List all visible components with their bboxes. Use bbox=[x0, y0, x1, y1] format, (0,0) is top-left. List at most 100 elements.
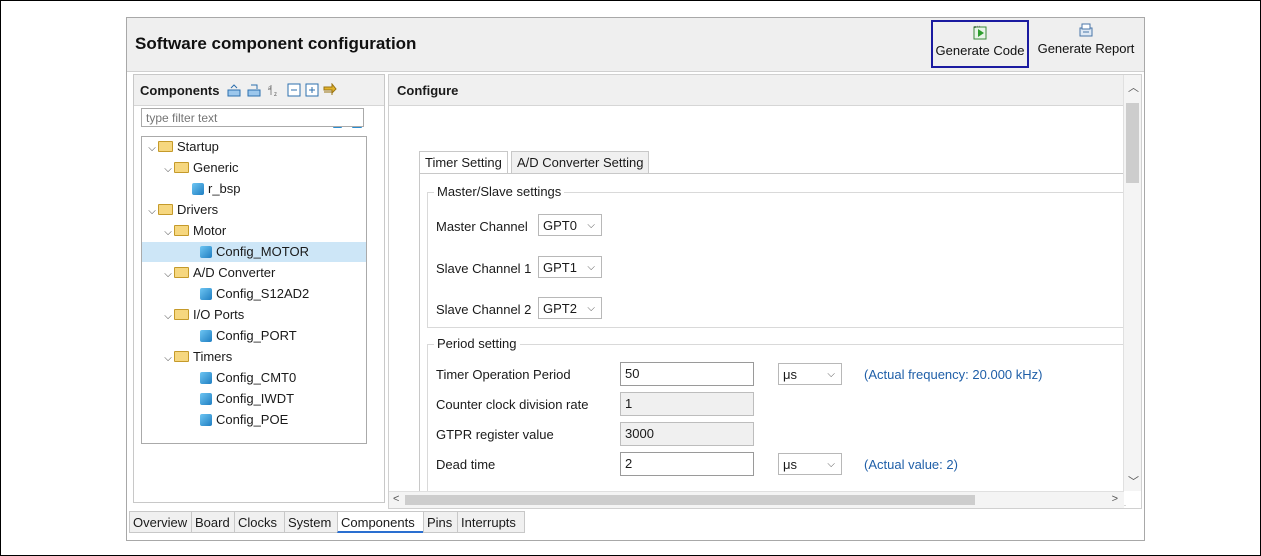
folder-icon bbox=[174, 225, 189, 236]
slave-channel-2-value: GPT2 bbox=[543, 301, 577, 316]
tree-item-config-motor[interactable]: Config_MOTOR bbox=[142, 242, 366, 262]
gtpr-field: 3000 bbox=[620, 422, 754, 446]
component-icon bbox=[200, 246, 212, 258]
chevron-down-icon: ⌵ bbox=[164, 269, 172, 280]
folder-icon bbox=[158, 141, 173, 152]
scroll-up-icon[interactable]: ︿ bbox=[1128, 79, 1139, 95]
slave-channel-1-select[interactable]: GPT1 ⌵ bbox=[538, 256, 602, 278]
master-slave-title: Master/Slave settings bbox=[434, 184, 565, 199]
sort-icon[interactable]: az bbox=[267, 83, 281, 97]
period-group: Period setting Timer Operation Period 50… bbox=[427, 336, 1126, 506]
component-icon bbox=[192, 183, 204, 195]
link-editor-icon[interactable] bbox=[323, 83, 337, 97]
dead-time-label: Dead time bbox=[436, 457, 496, 472]
master-channel-select[interactable]: GPT0 ⌵ bbox=[538, 214, 602, 236]
tab-pins[interactable]: Pins bbox=[423, 511, 457, 533]
tab-system[interactable]: System bbox=[284, 511, 337, 533]
tree-item-startup[interactable]: ⌵ Startup bbox=[146, 137, 219, 157]
chevron-down-icon: ⌵ bbox=[148, 143, 156, 154]
tree-item-config-poe[interactable]: Config_POE bbox=[200, 410, 288, 430]
configure-header: Configure bbox=[389, 75, 1141, 106]
tab-clocks[interactable]: Clocks bbox=[234, 511, 284, 533]
dead-time-unit-value: μs bbox=[783, 457, 797, 472]
chevron-down-icon: ⌵ bbox=[587, 303, 595, 314]
tree-item-config-s12ad2[interactable]: Config_S12AD2 bbox=[200, 284, 309, 304]
tree-item-label: Config_PORT bbox=[216, 328, 297, 343]
component-icon bbox=[200, 414, 212, 426]
component-icon bbox=[200, 330, 212, 342]
master-channel-label: Master Channel bbox=[436, 219, 528, 234]
vertical-scrollbar[interactable]: ︿ ﹀ bbox=[1123, 75, 1141, 491]
folder-icon bbox=[158, 204, 173, 215]
scroll-right-icon[interactable]: > bbox=[1112, 493, 1118, 505]
tree-item-config-port[interactable]: Config_PORT bbox=[200, 326, 297, 346]
tab-overview[interactable]: Overview bbox=[129, 511, 191, 533]
configure-panel: Configure Timer Setting A/D Converter Se… bbox=[388, 74, 1142, 509]
chevron-down-icon: ⌵ bbox=[164, 164, 172, 175]
component-icon bbox=[200, 372, 212, 384]
dead-time-input[interactable]: 2 bbox=[620, 452, 754, 476]
division-rate-field: 1 bbox=[620, 392, 754, 416]
period-title: Period setting bbox=[434, 336, 520, 351]
timer-setting-body: Master/Slave settings Master Channel GPT… bbox=[419, 173, 1126, 506]
tree-item-drivers[interactable]: ⌵ Drivers bbox=[146, 200, 218, 220]
slave-channel-2-select[interactable]: GPT2 ⌵ bbox=[538, 297, 602, 319]
generate-report-button[interactable]: Generate Report bbox=[1033, 20, 1139, 68]
expand-view-icon[interactable] bbox=[247, 83, 261, 97]
tab-board[interactable]: Board bbox=[191, 511, 234, 533]
scroll-down-icon[interactable]: ﹀ bbox=[1128, 473, 1139, 489]
tab-components[interactable]: Components bbox=[337, 511, 423, 533]
tree-item-label: Config_CMT0 bbox=[216, 370, 297, 385]
tree-item-label: Config_POE bbox=[216, 412, 289, 427]
component-icon bbox=[200, 288, 212, 300]
timer-period-input[interactable]: 50 bbox=[620, 362, 754, 386]
chevron-down-icon: ⌵ bbox=[827, 369, 835, 380]
components-header: Components az bbox=[134, 75, 384, 106]
generate-report-label: Generate Report bbox=[1037, 41, 1135, 56]
dead-time-unit-select[interactable]: μs ⌵ bbox=[778, 453, 842, 475]
generate-code-button[interactable]: c++ Generate Code bbox=[931, 20, 1029, 68]
tree-item-label: Startup bbox=[177, 139, 219, 154]
slave-channel-1-label: Slave Channel 1 bbox=[436, 261, 532, 276]
tree-item-label: A/D Converter bbox=[193, 265, 276, 280]
tree-item-label: Drivers bbox=[177, 202, 219, 217]
generate-report-icon bbox=[1079, 23, 1093, 37]
tab-interrupts[interactable]: Interrupts bbox=[457, 511, 525, 533]
tree-item-config-cmt0[interactable]: Config_CMT0 bbox=[200, 368, 296, 388]
tree-item-motor[interactable]: ⌵ Motor bbox=[162, 221, 226, 241]
tree-item-label: Motor bbox=[193, 223, 227, 238]
horizontal-scroll-thumb[interactable] bbox=[405, 495, 975, 505]
scroll-left-icon[interactable]: < bbox=[393, 493, 399, 505]
chevron-down-icon: ⌵ bbox=[148, 206, 156, 217]
actual-value-note: (Actual value: 2) bbox=[864, 457, 958, 472]
tree-item-generic[interactable]: ⌵ Generic bbox=[162, 158, 238, 178]
tree-item-ad-converter[interactable]: ⌵ A/D Converter bbox=[162, 263, 275, 283]
folder-icon bbox=[174, 309, 189, 320]
tree-item-io-ports[interactable]: ⌵ I/O Ports bbox=[162, 305, 244, 325]
tree-item-r-bsp[interactable]: r_bsp bbox=[192, 179, 241, 199]
tab-ad-converter-setting[interactable]: A/D Converter Setting bbox=[511, 151, 650, 174]
tree-item-timers[interactable]: ⌵ Timers bbox=[162, 347, 232, 367]
software-component-window: Software component configuration c++ Gen… bbox=[126, 17, 1145, 541]
filter-input[interactable] bbox=[141, 108, 364, 127]
tab-timer-setting[interactable]: Timer Setting bbox=[419, 151, 508, 175]
tree-item-label: Config_S12AD2 bbox=[216, 286, 310, 301]
collapse-all-icon[interactable] bbox=[287, 83, 301, 97]
master-channel-value: GPT0 bbox=[543, 218, 577, 233]
timer-period-unit-select[interactable]: μs ⌵ bbox=[778, 363, 842, 385]
window-title: Software component configuration bbox=[135, 34, 417, 53]
slave-channel-2-label: Slave Channel 2 bbox=[436, 302, 532, 317]
collapse-view-icon[interactable] bbox=[227, 83, 241, 97]
tree-item-config-iwdt[interactable]: Config_IWDT bbox=[200, 389, 294, 409]
tree-item-label: I/O Ports bbox=[193, 307, 245, 322]
expand-all-icon[interactable] bbox=[305, 83, 319, 97]
component-tree[interactable]: ⌵ Startup ⌵ Generic r_bsp ⌵ Drivers ⌵ Motor … bbox=[141, 136, 367, 444]
division-rate-label: Counter clock division rate bbox=[436, 397, 589, 412]
folder-icon bbox=[174, 162, 189, 173]
vertical-scroll-thumb[interactable] bbox=[1126, 103, 1139, 183]
generate-code-icon: c++ bbox=[973, 24, 987, 40]
chevron-down-icon: ⌵ bbox=[587, 220, 595, 231]
chevron-down-icon: ⌵ bbox=[164, 311, 172, 322]
horizontal-scrollbar[interactable]: < > bbox=[389, 491, 1124, 508]
tree-item-label: r_bsp bbox=[208, 181, 241, 196]
